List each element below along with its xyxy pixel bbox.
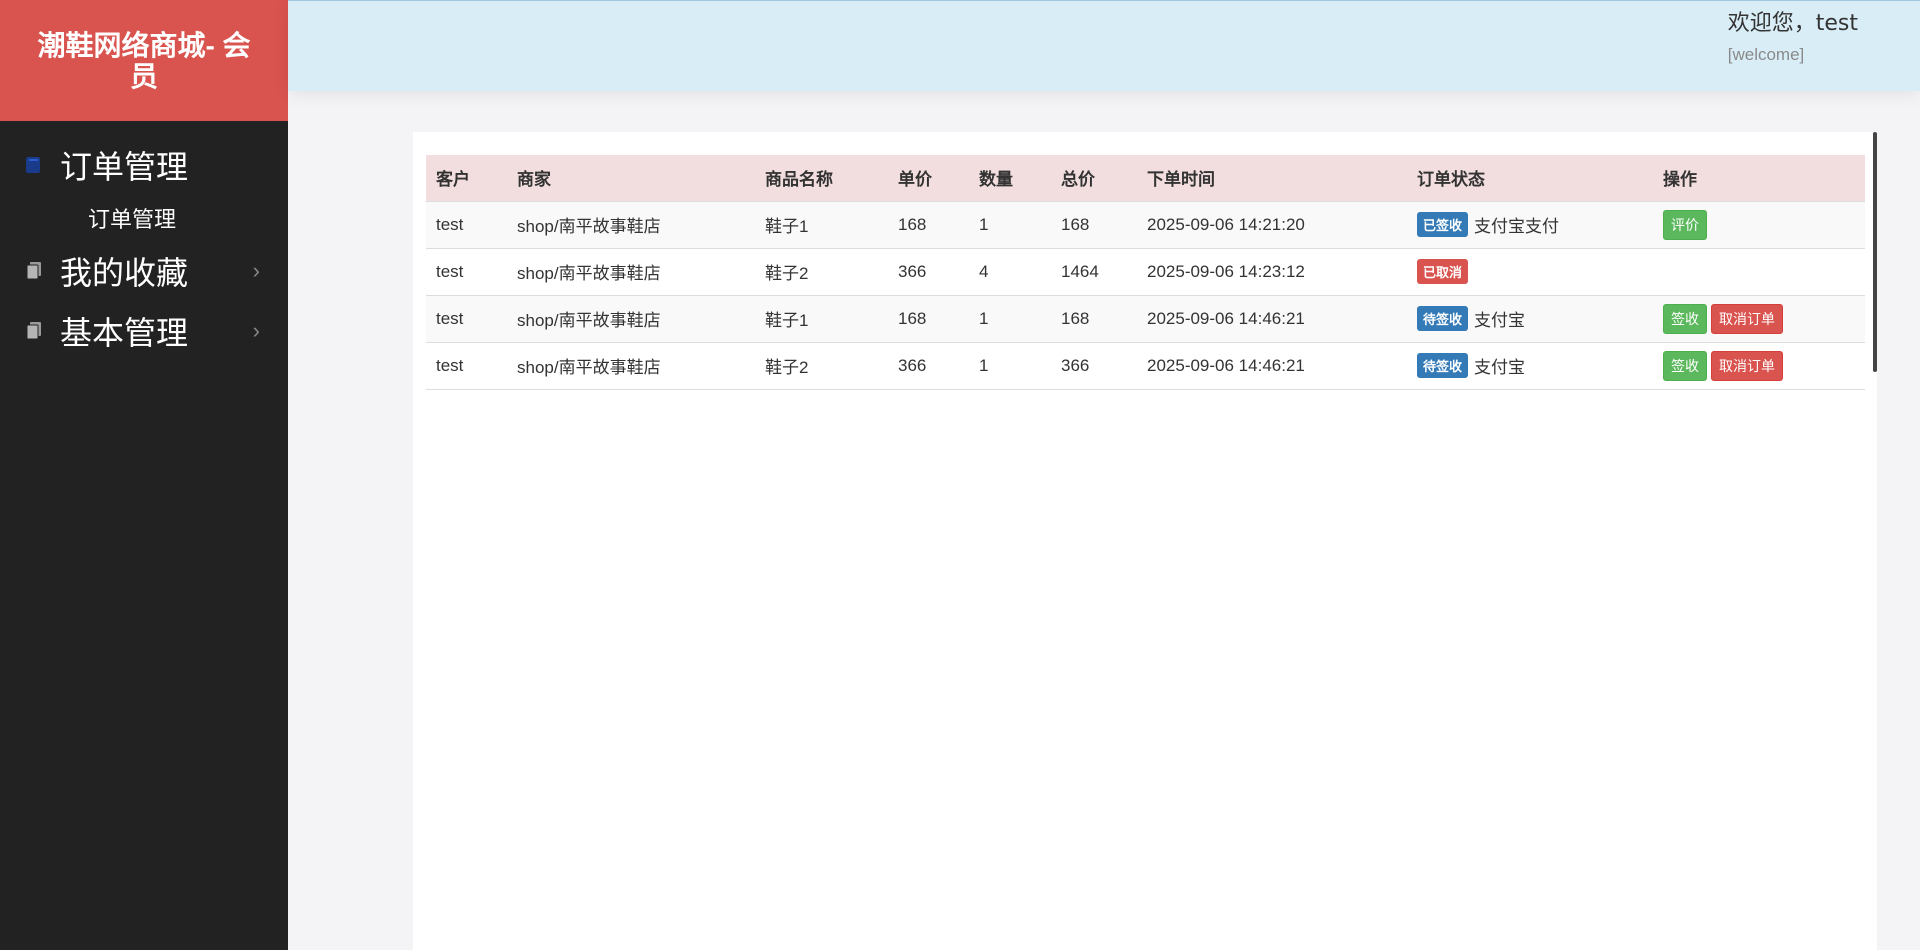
payment-method: 支付宝支付 (1474, 217, 1560, 236)
sidebar-subitem-order-management[interactable]: 订单管理 (0, 195, 288, 241)
copy-icon (24, 260, 44, 282)
welcome-block: 欢迎您，test [welcome] (1728, 5, 1858, 65)
review-button[interactable]: 评价 (1663, 209, 1707, 240)
scrollbar[interactable] (1873, 132, 1877, 372)
cell-total: 1464 (1051, 248, 1137, 296)
cell-qty: 1 (969, 201, 1051, 249)
column-header: 数量 (969, 155, 1051, 202)
cancel-order-button[interactable]: 取消订单 (1711, 303, 1783, 334)
cell-price: 366 (888, 342, 969, 390)
column-header: 客户 (426, 155, 507, 202)
cell-customer: test (426, 248, 507, 296)
book-icon (24, 154, 44, 176)
column-header: 商家 (507, 155, 755, 202)
cell-status: 待签收 支付宝 (1407, 295, 1653, 343)
cell-qty: 1 (969, 342, 1051, 390)
cell-status: 待签收 支付宝 (1407, 342, 1653, 390)
cell-product: 鞋子2 (755, 342, 888, 390)
cell-price: 168 (888, 201, 969, 249)
column-header: 订单状态 (1407, 155, 1653, 202)
sidebar-item-label: 订单管理 (60, 148, 189, 186)
confirm-receipt-button[interactable]: 签收 (1663, 303, 1707, 334)
cell-time: 2025-09-06 14:46:21 (1137, 295, 1407, 343)
cell-shop: shop/南平故事鞋店 (507, 295, 755, 343)
column-header: 商品名称 (755, 155, 888, 202)
sidebar-item-label: 基本管理 (60, 314, 189, 352)
cell-price: 168 (888, 295, 969, 343)
cell-actions (1653, 248, 1865, 296)
cell-time: 2025-09-06 14:21:20 (1137, 201, 1407, 249)
cell-status: 已签收 支付宝支付 (1407, 201, 1653, 249)
table-row: test shop/南平故事鞋店 鞋子2 366 1 366 2025-09-06 14:4… (426, 342, 1865, 390)
confirm-receipt-button[interactable]: 签收 (1663, 350, 1707, 381)
cancel-order-button[interactable]: 取消订单 (1711, 350, 1783, 381)
sidebar-item-order-management[interactable]: 订单管理 (0, 135, 288, 195)
cell-qty: 1 (969, 295, 1051, 343)
orders-table: 客户 商家 商品名称 单价 数量 总价 下单时间 订单状态 操作 test sho… (426, 155, 1865, 390)
cell-total: 168 (1051, 201, 1137, 249)
cell-customer: test (426, 201, 507, 249)
table-header-row: 客户 商家 商品名称 单价 数量 总价 下单时间 订单状态 操作 (426, 155, 1865, 202)
payment-method: 支付宝 (1474, 311, 1526, 330)
cell-actions: 签收 取消订单 (1653, 342, 1865, 390)
sidebar-item-my-favorites[interactable]: 我的收藏 › (0, 241, 288, 301)
content-panel: 客户 商家 商品名称 单价 数量 总价 下单时间 订单状态 操作 test sho… (413, 132, 1877, 950)
cell-actions: 签收 取消订单 (1653, 295, 1865, 343)
copy-icon (24, 320, 44, 342)
cell-product: 鞋子2 (755, 248, 888, 296)
cell-shop: shop/南平故事鞋店 (507, 342, 755, 390)
status-badge: 待签收 (1417, 353, 1469, 378)
payment-method: 支付宝 (1474, 358, 1526, 377)
top-header: 欢迎您，test [welcome] (288, 0, 1920, 91)
column-header: 操作 (1653, 155, 1865, 202)
column-header: 总价 (1051, 155, 1137, 202)
sidebar-item-label: 我的收藏 (60, 254, 189, 292)
sidebar-nav: 订单管理 订单管理 我的收藏 › 基本管理 › (0, 135, 288, 361)
cell-total: 168 (1051, 295, 1137, 343)
cell-time: 2025-09-06 14:23:12 (1137, 248, 1407, 296)
cell-price: 366 (888, 248, 969, 296)
greeting-text: 欢迎您，test (1727, 11, 1858, 36)
chevron-right-icon: › (252, 318, 260, 343)
table-row: test shop/南平故事鞋店 鞋子1 168 1 168 2025-09-06 14:4… (426, 295, 1865, 343)
sidebar: 潮鞋网络商城- 会员 订单管理 订单管理 我的收藏 › 基本管理 › (0, 0, 288, 950)
chevron-right-icon: › (252, 258, 260, 283)
cell-time: 2025-09-06 14:46:21 (1137, 342, 1407, 390)
column-header: 下单时间 (1137, 155, 1407, 202)
sidebar-item-basic-management[interactable]: 基本管理 › (0, 301, 288, 361)
welcome-link[interactable]: [welcome] (1728, 45, 1858, 65)
cell-total: 366 (1051, 342, 1137, 390)
brand-title: 潮鞋网络商城- 会员 (0, 0, 288, 121)
table-row: test shop/南平故事鞋店 鞋子2 366 4 1464 2025-09-06 14:… (426, 248, 1865, 296)
status-badge: 待签收 (1417, 306, 1469, 331)
status-badge: 已签收 (1417, 212, 1469, 237)
cell-status: 已取消 (1407, 248, 1653, 296)
cell-product: 鞋子1 (755, 295, 888, 343)
cell-qty: 4 (969, 248, 1051, 296)
cell-shop: shop/南平故事鞋店 (507, 201, 755, 249)
cell-customer: test (426, 342, 507, 390)
cell-product: 鞋子1 (755, 201, 888, 249)
column-header: 单价 (888, 155, 969, 202)
cell-shop: shop/南平故事鞋店 (507, 248, 755, 296)
table-row: test shop/南平故事鞋店 鞋子1 168 1 168 2025-09-06 14:2… (426, 201, 1865, 249)
cell-customer: test (426, 295, 507, 343)
cell-actions: 评价 (1653, 201, 1865, 249)
status-badge: 已取消 (1417, 259, 1469, 284)
